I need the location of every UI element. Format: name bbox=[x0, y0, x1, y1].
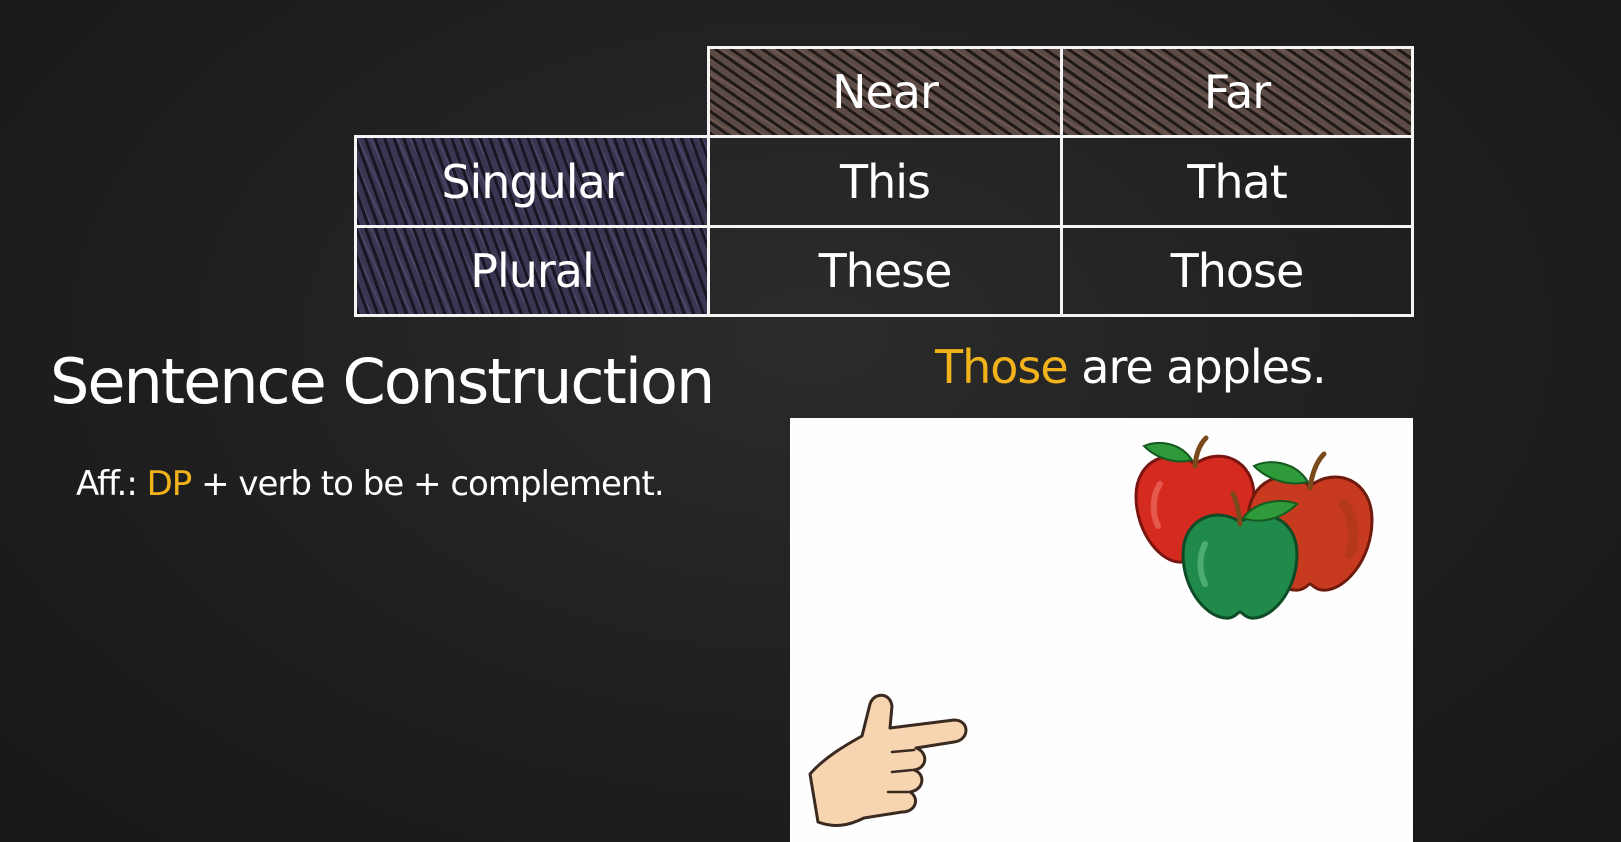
cell-plural-near: These bbox=[707, 225, 1063, 317]
example-sentence: Those are apples. bbox=[935, 340, 1327, 394]
pointing-hand-icon bbox=[808, 693, 968, 827]
row-header-plural: Plural bbox=[354, 225, 710, 317]
formula-rest: + verb to be + complement. bbox=[191, 464, 665, 504]
cell-plural-far: Those bbox=[1060, 225, 1414, 317]
demonstratives-table: Near Far Singular This That Plural These… bbox=[354, 46, 1414, 321]
cell-singular-far: That bbox=[1060, 135, 1414, 228]
column-header-far: Far bbox=[1060, 46, 1414, 138]
example-highlight: Those bbox=[935, 340, 1069, 394]
illustration-panel bbox=[790, 418, 1413, 842]
cell-singular-near: This bbox=[707, 135, 1063, 228]
formula-highlight: DP bbox=[146, 464, 193, 504]
green-apple-icon bbox=[1181, 491, 1299, 620]
example-rest: are apples. bbox=[1067, 340, 1326, 394]
affirmative-formula: Aff.: DP + verb to be + complement. bbox=[76, 464, 665, 504]
row-header-singular: Singular bbox=[354, 135, 710, 228]
section-title: Sentence Construction bbox=[50, 345, 715, 418]
column-header-near: Near bbox=[707, 46, 1063, 138]
formula-prefix: Aff.: bbox=[76, 464, 147, 504]
